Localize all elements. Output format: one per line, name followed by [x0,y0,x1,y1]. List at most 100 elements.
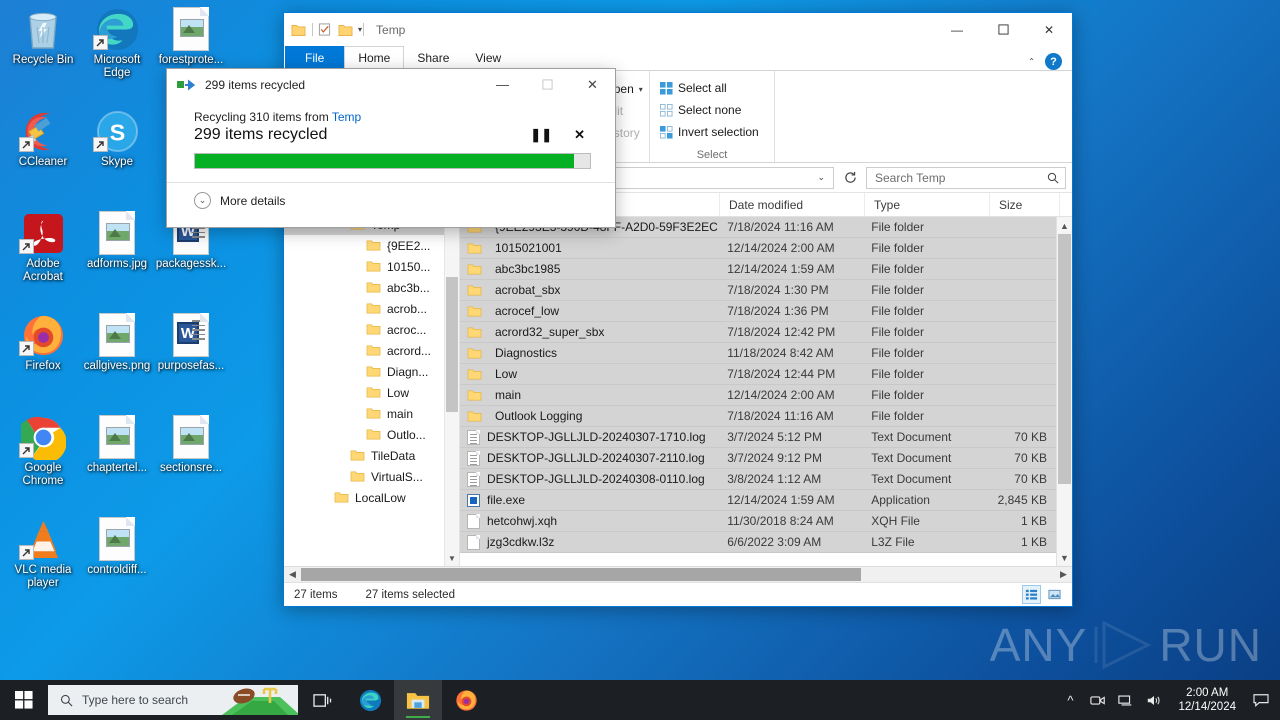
table-row[interactable]: main 12/14/2024 2:00 AM File folder [460,385,1056,406]
ribbon-tabs[interactable]: File Home Share View ⌃ ? [284,46,1072,70]
desktop-icon[interactable]: Microsoft Edge [80,6,154,80]
explorer-close-button[interactable]: ✕ [1026,14,1072,46]
scroll-right-arrow[interactable]: ▶ [1055,569,1072,580]
tree-item[interactable]: acroc... [284,319,459,340]
tree-item[interactable]: VirtualS... [284,466,459,487]
explorer-minimize-button[interactable]: — [934,14,980,46]
tab-share[interactable]: Share [404,46,462,70]
column-header[interactable]: Date modified [720,193,865,216]
table-row[interactable]: hetcohwj.xqh 11/30/2018 8:24 AM XQH File 1 … [460,511,1056,532]
select-none-button[interactable]: Select none [656,99,766,121]
desktop-icon[interactable]: Google Chrome [6,414,80,488]
tree-item[interactable]: acrob... [284,298,459,319]
tree-item[interactable]: Diagn... [284,361,459,382]
details-view-icon[interactable] [1022,585,1041,604]
taskbar-firefox-button[interactable] [442,680,490,720]
desktop-icon[interactable]: callgives.png [80,312,154,386]
horizontal-scrollbar[interactable]: ◀ ▶ [284,566,1072,582]
quick-access-properties-icon[interactable] [318,22,332,37]
table-row[interactable]: 1015021001 12/14/2024 2:00 AM File folder [460,238,1056,259]
dialog-pause-button[interactable]: ❚❚ [530,127,552,143]
tab-view[interactable]: View [462,46,514,70]
desktop-icon[interactable]: Wpurposefas... [154,312,228,386]
dialog-close-button[interactable]: ✕ [570,69,615,100]
desktop-icon[interactable]: Firefox [6,312,80,386]
search-input[interactable]: Search Temp [866,166,1066,189]
desktop-icon[interactable]: CCleaner [6,108,80,182]
explorer-titlebar[interactable]: ▾ Temp — ✕ [284,13,1072,46]
table-row[interactable]: DESKTOP-JGLLJLD-20240307-1710.log 3/7/202… [460,427,1056,448]
recycle-progress-dialog[interactable]: 299 items recycled — ✕ Recycling 310 ite… [166,68,616,228]
taskbar-search-input[interactable]: Type here to search [48,685,298,715]
table-row[interactable]: acrord32_super_sbx 7/18/2024 12:42 PM File… [460,322,1056,343]
desktop-icon[interactable]: controldiff... [80,516,154,590]
dialog-source-link[interactable]: Temp [332,110,361,124]
tab-file[interactable]: File [285,46,345,70]
refresh-button[interactable] [839,167,861,189]
file-rows[interactable]: {9EE293E3-390D-48FF-A2D0-59F3E2EC88...7/… [460,217,1056,566]
taskbar-edge-button[interactable] [346,680,394,720]
navigation-scroll-down-arrow[interactable]: ▼ [445,551,459,566]
taskbar-file-explorer-button[interactable] [394,680,442,720]
table-row[interactable]: Diagnostics 11/18/2024 8:42 AM File folder [460,343,1056,364]
tree-item[interactable]: Outlo... [284,424,459,445]
tree-item[interactable]: TileData [284,445,459,466]
tab-home[interactable]: Home [344,46,405,70]
chevron-down-icon[interactable]: ⌄ [194,192,211,209]
tree-item[interactable]: abc3b... [284,277,459,298]
table-row[interactable]: Outlook Logging 7/18/2024 11:16 AM File fo… [460,406,1056,427]
horizontal-scroll-track[interactable] [301,567,1055,582]
quick-access-new-folder-icon[interactable] [338,23,353,37]
tree-item[interactable]: {9EE2... [284,235,459,256]
address-dropdown-caret[interactable]: ⌄ [809,172,833,183]
desktop-icon[interactable]: sectionsre... [154,414,228,488]
column-header[interactable]: Type [865,193,990,216]
open-caret[interactable]: ▾ [639,85,643,94]
horizontal-scroll-thumb[interactable] [301,568,861,581]
system-tray[interactable]: ^ 2:00 AM 12/14/2024 [1056,680,1280,720]
help-button[interactable]: ? [1045,53,1062,70]
desktop-icon[interactable]: VLC media player [6,516,80,590]
chevron-up-icon[interactable]: ^ [1056,680,1084,720]
taskbar[interactable]: Type here to search ^ 2:00 AM 12/14/2024 [0,680,1280,720]
dialog-cancel-button[interactable]: ✕ [574,127,585,143]
explorer-maximize-button[interactable] [980,14,1026,46]
tree-item[interactable]: LocalLow [284,487,459,508]
navigation-scroll-thumb[interactable] [446,277,458,412]
desktop-icon[interactable]: Adobe Acrobat [6,210,80,284]
vertical-scroll-track[interactable] [1057,234,1072,549]
scroll-up-arrow[interactable]: ▲ [1057,217,1072,234]
table-row[interactable]: Low 7/18/2024 12:44 PM File folder [460,364,1056,385]
navigation-pane[interactable]: SolidD...Temp{9EE2...10150...abc3b...acr… [284,193,460,566]
dialog-footer[interactable]: ⌄ More details [167,182,615,209]
ribbon-collapse-button[interactable]: ⌃ [1028,57,1035,66]
table-row[interactable]: file.exe 12/14/2024 1:59 AM Application 2,8… [460,490,1056,511]
scroll-left-arrow[interactable]: ◀ [284,569,301,580]
task-view-button[interactable] [298,680,346,720]
quick-access-folder-icon[interactable] [291,23,306,37]
dialog-minimize-button[interactable]: — [480,69,525,100]
desktop-icon[interactable]: S Skype [80,108,154,182]
action-center-button[interactable] [1246,680,1276,720]
column-header[interactable]: Size [990,193,1060,216]
desktop-icon[interactable]: Recycle Bin [6,6,80,80]
volume-icon[interactable] [1140,680,1168,720]
navigation-scrollbar[interactable]: ▼ [444,193,459,566]
table-row[interactable]: jzg3cdkw.l3z 6/6/2022 3:09 AM L3Z File 1 KB [460,532,1056,553]
scroll-down-arrow[interactable]: ▼ [1057,549,1072,566]
tree-item[interactable]: Low [284,382,459,403]
file-list-pane[interactable]: NameDate modifiedTypeSize {9EE293E3-390D… [460,193,1072,566]
more-details-label[interactable]: More details [220,194,285,208]
start-button[interactable] [0,680,48,720]
invert-selection-button[interactable]: Invert selection [656,121,766,143]
table-row[interactable]: abc3bc1985 12/14/2024 1:59 AM File folder [460,259,1056,280]
select-all-button[interactable]: Select all [656,77,766,99]
tree-item[interactable]: acrord... [284,340,459,361]
taskbar-clock[interactable]: 2:00 AM 12/14/2024 [1168,686,1246,714]
tree-item[interactable]: 10150... [284,256,459,277]
desktop-icon[interactable]: adforms.jpg [80,210,154,284]
camera-icon[interactable] [1084,680,1112,720]
large-icons-view-icon[interactable] [1045,585,1064,604]
vertical-scroll-thumb[interactable] [1058,234,1071,484]
table-row[interactable]: DESKTOP-JGLLJLD-20240307-2110.log 3/7/202… [460,448,1056,469]
